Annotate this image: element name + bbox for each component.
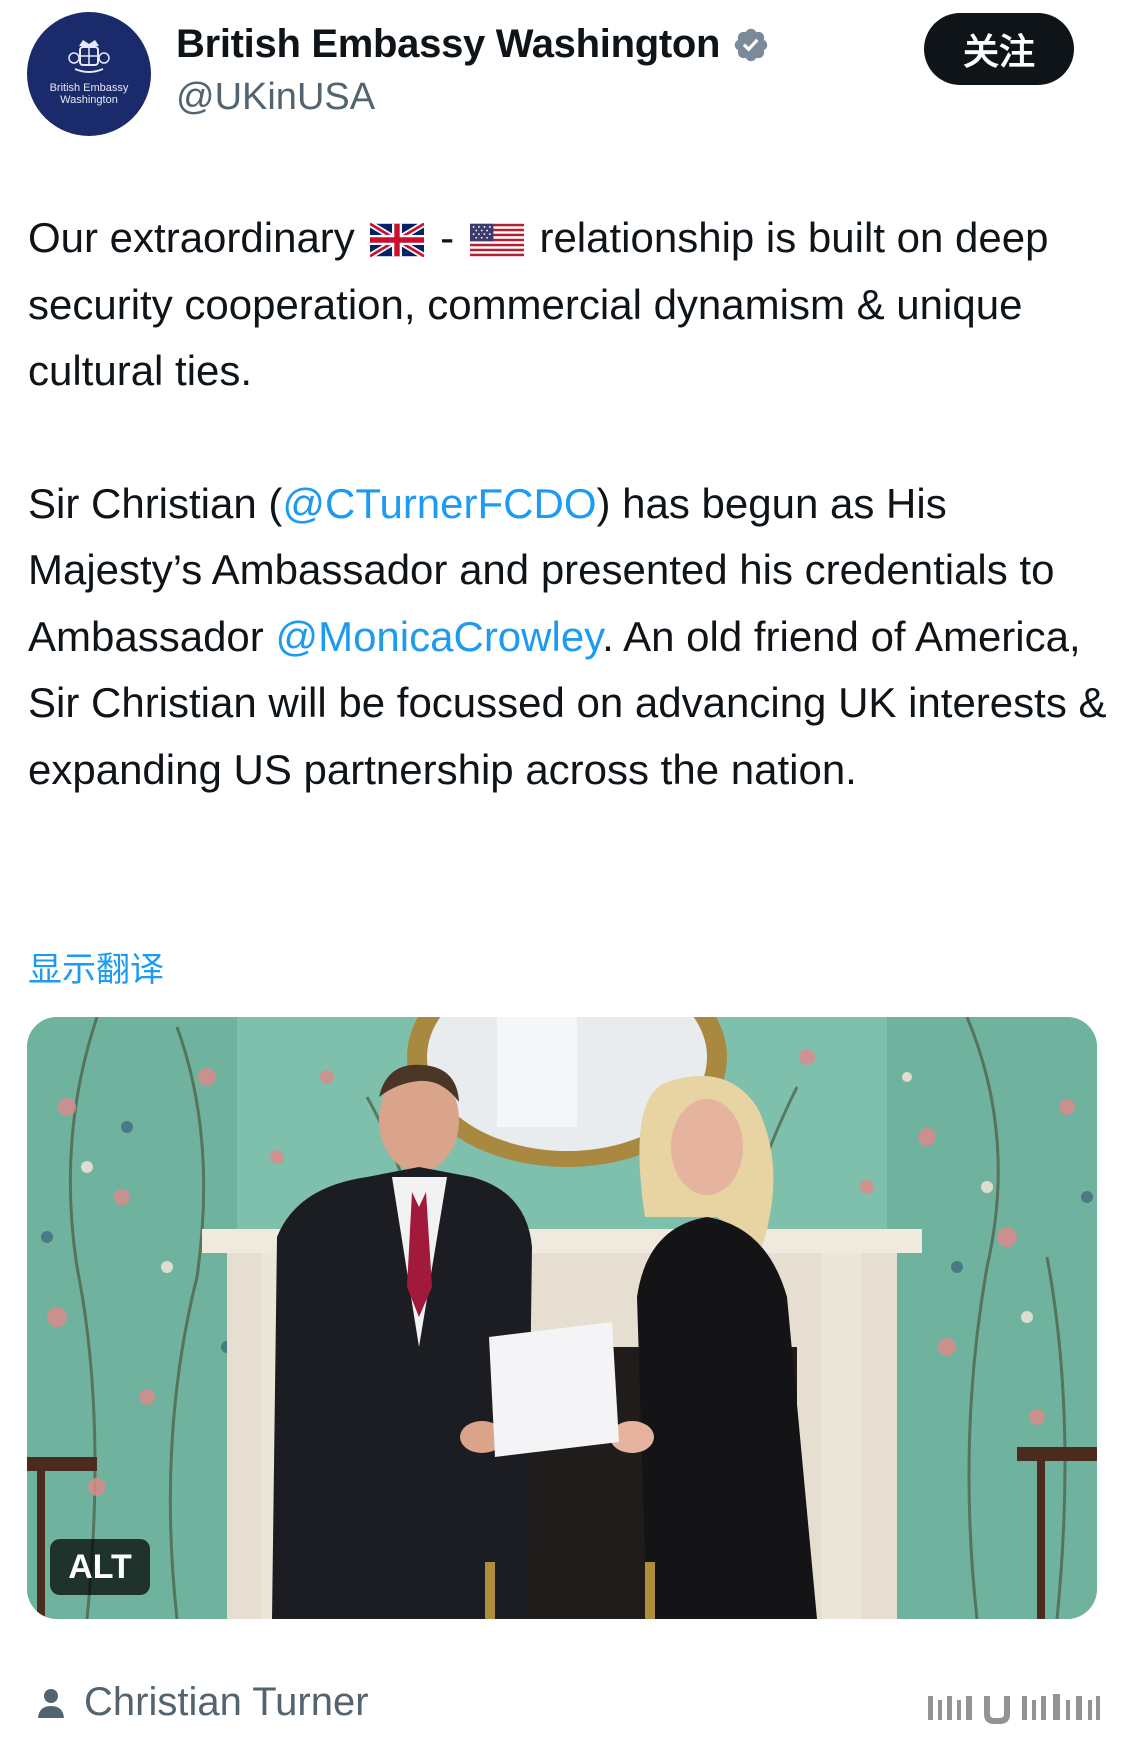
us-flag-icon xyxy=(469,223,524,257)
avatar-caption-line1: British Embassy xyxy=(49,82,129,94)
royal-crest-icon xyxy=(68,40,110,73)
tweet-text-segment: Sir Christian ( xyxy=(28,479,283,527)
show-translation-link[interactable]: 显示翻译 xyxy=(28,942,164,991)
tweet-text-segment: Our extraordinary xyxy=(28,214,367,261)
watermark-graphic xyxy=(928,1694,1100,1724)
follow-button[interactable]: 关注 xyxy=(924,13,1074,85)
tweet-header: British Embassy Washington British Embas… xyxy=(0,0,1125,150)
tweet-photo[interactable]: ALT xyxy=(27,1017,1097,1619)
account-handle[interactable]: @UKinUSA xyxy=(176,76,375,119)
avatar-caption-line2: Washington xyxy=(60,94,118,106)
tagged-person[interactable]: Christian Turner xyxy=(36,1680,369,1725)
person-icon xyxy=(38,1688,64,1718)
photo-image xyxy=(27,1017,1097,1619)
account-name-row: British Embassy Washington xyxy=(176,22,770,67)
tweet-body: Our extraordinary - relationship is buil… xyxy=(28,205,1113,803)
avatar-caption: British Embassy Washington xyxy=(50,82,129,106)
tweet-paragraph-1: Our extraordinary - relationship is buil… xyxy=(28,205,1113,405)
verified-badge-icon xyxy=(734,28,768,61)
alt-text-badge[interactable]: ALT xyxy=(50,1539,150,1595)
mention-link[interactable]: @CTurnerFCDO xyxy=(282,480,596,527)
mention-link[interactable]: @MonicaCrowley xyxy=(275,613,602,660)
uk-flag-icon xyxy=(370,222,425,258)
tweet-text-dash: - xyxy=(428,214,466,261)
account-name[interactable]: British Embassy Washington xyxy=(176,22,720,67)
account-avatar[interactable]: British Embassy Washington xyxy=(27,12,151,136)
tweet-paragraph-2: Sir Christian (@CTurnerFCDO) has begun a… xyxy=(28,471,1113,804)
tagged-person-name: Christian Turner xyxy=(84,1680,369,1724)
